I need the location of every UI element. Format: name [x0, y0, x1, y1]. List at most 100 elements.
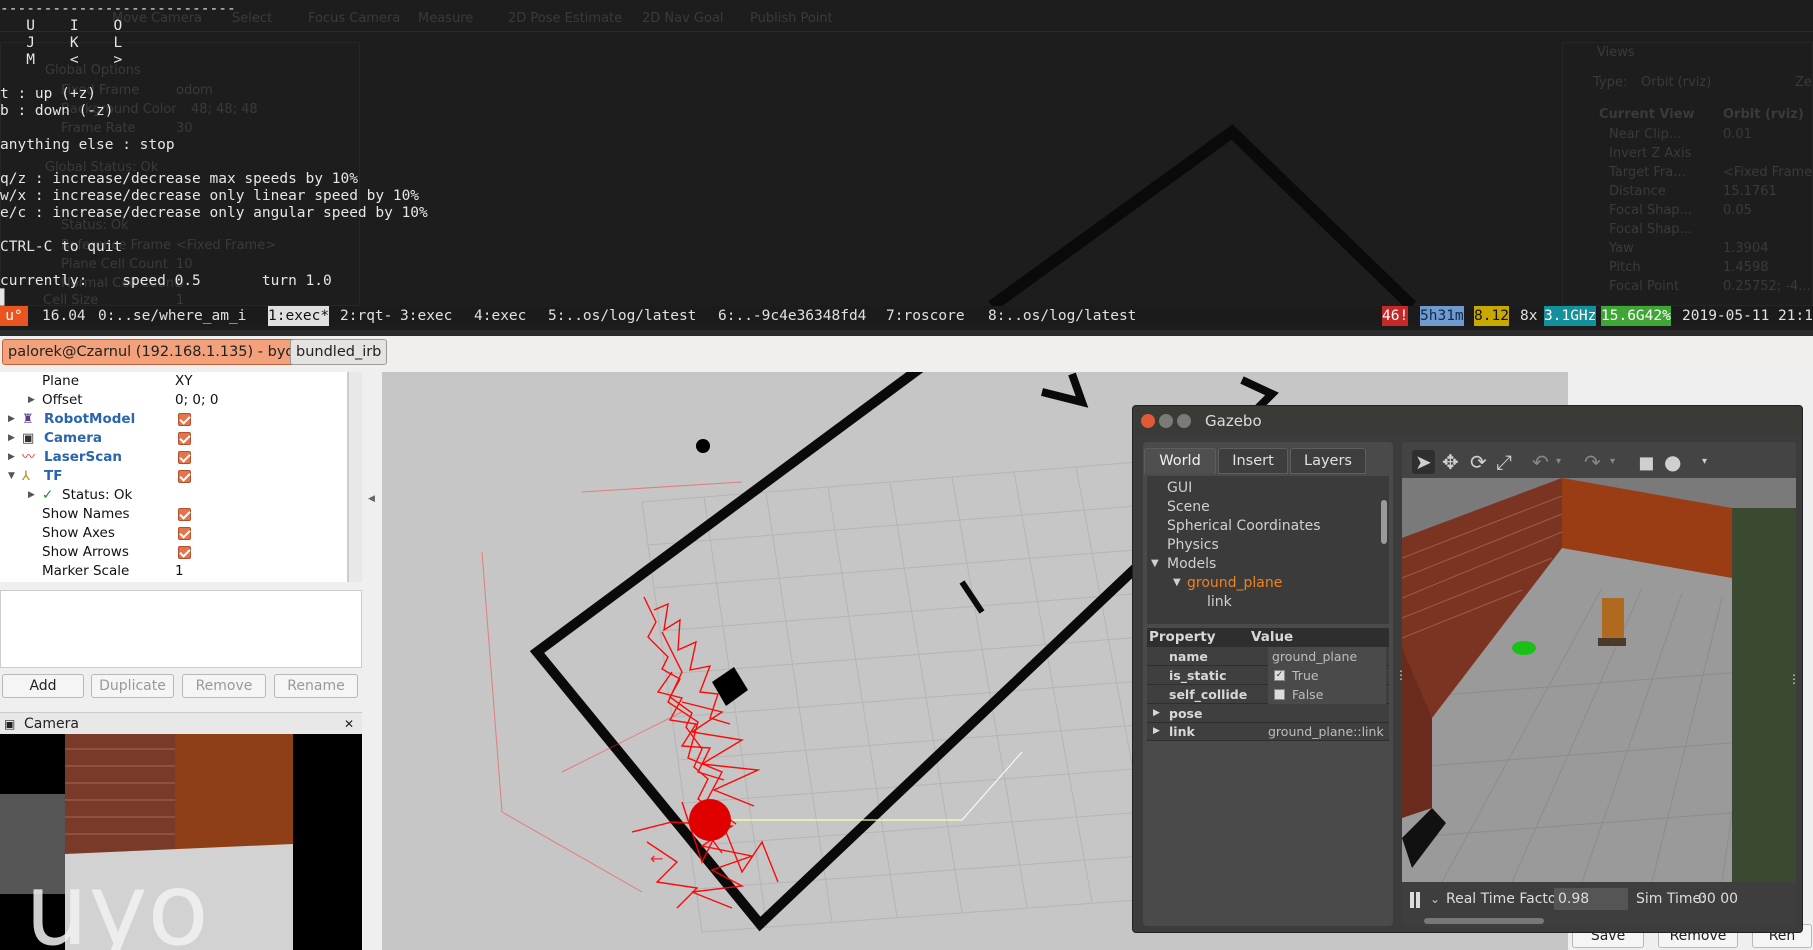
undo-icon[interactable]: ↶ — [1532, 450, 1549, 474]
status-ok-icon: ✓ — [42, 487, 54, 503]
self-collide-checkbox[interactable] — [1274, 689, 1285, 700]
redo-icon[interactable]: ↷ — [1584, 450, 1601, 474]
property-row-pose[interactable]: ▶ pose — [1147, 704, 1389, 723]
show-arrows-checkbox[interactable] — [178, 546, 191, 559]
close-icon[interactable]: ✕ — [344, 713, 354, 735]
close-window-icon[interactable] — [1141, 414, 1155, 428]
expand-arrow-icon[interactable]: ▶ — [1153, 704, 1160, 723]
tree-row-laserscan[interactable]: ▶ 〰 LaserScan — [0, 448, 347, 467]
show-axes-checkbox[interactable] — [178, 527, 191, 540]
ghost-text: Current View — [1599, 107, 1695, 122]
tree-row-show-arrows[interactable]: Show Arrows — [0, 543, 347, 562]
row-label: Marker Scale — [42, 563, 130, 579]
duplicate-button[interactable]: Duplicate — [91, 674, 174, 698]
tree-item-spherical-coordinates[interactable]: Spherical Coordinates — [1167, 518, 1321, 534]
remove-button[interactable]: Remove — [182, 674, 266, 698]
property-value[interactable]: ground_plane — [1268, 647, 1386, 666]
window-tab[interactable]: 7:roscore — [886, 306, 965, 326]
rename-button[interactable]: Rename — [274, 674, 358, 698]
expand-arrow-icon[interactable]: ▶ — [8, 410, 15, 429]
tree-item-models[interactable]: Models — [1167, 556, 1216, 572]
panel-splitter[interactable]: ◀ — [362, 372, 382, 950]
tab-byobu-session[interactable]: palorek@Czarnul (192.168.1.135) - byobu — [2, 339, 319, 365]
expand-arrow-icon[interactable]: ▶ — [1153, 722, 1160, 741]
property-value[interactable]: True — [1268, 666, 1386, 685]
horizontal-scrollbar[interactable] — [1424, 918, 1544, 924]
tab-layers[interactable]: Layers — [1290, 448, 1366, 474]
redo-dropdown-icon[interactable]: ▾ — [1610, 456, 1615, 467]
ghost-text: Ze — [1795, 75, 1812, 90]
window-tab[interactable]: 8:..os/log/latest — [988, 306, 1136, 326]
enabled-checkbox[interactable] — [178, 451, 191, 464]
cpu-freq-badge: 3.1GHz — [1544, 306, 1597, 326]
scale-mode-icon[interactable]: ⤢ — [1496, 450, 1512, 474]
tree-scrollbar[interactable] — [1381, 500, 1387, 544]
tab-insert[interactable]: Insert — [1218, 448, 1288, 474]
window-tab-bar: palorek@Czarnul (192.168.1.135) - byobu … — [0, 336, 1813, 374]
tree-row-offset[interactable]: ▶ Offset 0; 0; 0 — [0, 391, 347, 410]
undo-dropdown-icon[interactable]: ▾ — [1556, 456, 1561, 467]
row-value[interactable]: XY — [175, 372, 193, 391]
tree-row-show-names[interactable]: Show Names — [0, 505, 347, 524]
enabled-checkbox[interactable] — [178, 432, 191, 445]
box-shape-icon[interactable]: ◼ — [1638, 450, 1655, 474]
collapse-arrow-icon[interactable]: ▼ — [1173, 577, 1181, 588]
pause-icon[interactable] — [1410, 892, 1414, 908]
gazebo-window[interactable]: Gazebo World Insert Layers GUI Scene Sph… — [1132, 405, 1803, 933]
tab-bundled-irb[interactable]: bundled_irb — [290, 339, 388, 365]
release-version: 16.04 — [42, 308, 86, 324]
property-row-name: name ground_plane — [1147, 647, 1389, 666]
add-button[interactable]: Add — [2, 674, 84, 698]
row-value[interactable]: 1 — [175, 562, 184, 581]
maximize-window-icon[interactable] — [1177, 414, 1191, 428]
collapse-left-icon[interactable]: ◀ — [368, 494, 375, 504]
expand-arrow-icon[interactable]: ▶ — [28, 486, 35, 505]
terminal-window[interactable]: Move Camera Select Focus Camera Measure … — [0, 0, 1813, 330]
window-tab[interactable]: 2:rqt- — [340, 306, 392, 326]
window-tab[interactable]: 5:..os/log/latest — [548, 306, 696, 326]
row-value[interactable]: 0; 0; 0 — [175, 391, 218, 410]
tree-row-camera[interactable]: ▶ ▣ Camera — [0, 429, 347, 448]
is-static-checkbox[interactable]: ✓ — [1274, 670, 1285, 681]
window-tab[interactable]: 4:exec — [474, 306, 526, 326]
enabled-checkbox[interactable] — [178, 470, 191, 483]
tree-item-physics[interactable]: Physics — [1167, 537, 1219, 553]
tree-row-robotmodel[interactable]: ▶ ♜ RobotModel — [0, 410, 347, 429]
sphere-shape-icon[interactable]: ● — [1664, 450, 1681, 474]
minimize-window-icon[interactable] — [1159, 414, 1173, 428]
tree-row-marker-scale[interactable]: Marker Scale 1 — [0, 562, 347, 581]
expand-arrow-icon[interactable]: ▶ — [8, 448, 15, 467]
translate-mode-icon[interactable]: ✥ — [1442, 450, 1459, 474]
collapse-arrow-icon[interactable]: ▼ — [8, 467, 15, 486]
tab-world[interactable]: World — [1144, 448, 1216, 474]
step-icon[interactable]: ⌄ — [1430, 892, 1440, 906]
enabled-checkbox[interactable] — [178, 413, 191, 426]
tree-scrollbar[interactable] — [348, 372, 362, 582]
property-value[interactable]: False — [1268, 685, 1386, 704]
select-mode-icon[interactable]: ➤ — [1412, 450, 1435, 474]
tree-item-gui[interactable]: GUI — [1167, 480, 1192, 496]
expand-arrow-icon[interactable]: ▶ — [28, 391, 35, 410]
gazebo-titlebar[interactable]: Gazebo — [1133, 406, 1802, 436]
collapse-arrow-icon[interactable]: ▼ — [1151, 558, 1159, 569]
tree-item-ground-plane[interactable]: ground_plane — [1187, 575, 1282, 591]
toolbar-more-icon[interactable]: ▾ — [1702, 456, 1707, 467]
tree-row-show-axes[interactable]: Show Axes — [0, 524, 347, 543]
splitter-handle[interactable]: ⋮ — [1788, 672, 1796, 686]
rotate-mode-icon[interactable]: ⟳ — [1470, 450, 1487, 474]
tree-row-status[interactable]: ▶ ✓ Status: Ok — [0, 486, 347, 505]
window-tab[interactable]: 6:..-9c4e36348fd4 — [718, 306, 866, 326]
window-tab[interactable]: 0:..se/where_am_i — [98, 306, 246, 326]
gazebo-3d-view[interactable]: ➤ ✥ ⟳ ⤢ ↶ ▾ ↷ ▾ ◼ ● ▾ ⌄ Real Time Factor… — [1402, 442, 1796, 926]
tree-row-plane[interactable]: Plane XY — [0, 372, 347, 391]
tf-arrow-icon: ← — [650, 849, 663, 868]
property-row-link[interactable]: ▶ link ground_plane::link — [1147, 722, 1389, 741]
expand-arrow-icon[interactable]: ▶ — [8, 429, 15, 448]
tree-item-link[interactable]: link — [1207, 594, 1232, 610]
tree-item-scene[interactable]: Scene — [1167, 499, 1210, 515]
ghost-text: Focal Shap... — [1609, 203, 1692, 218]
tree-row-tf[interactable]: ▼ ⅄ TF — [0, 467, 347, 486]
window-tab[interactable]: 3:exec — [400, 306, 452, 326]
window-tab-active[interactable]: 1:exec* — [268, 306, 330, 326]
show-names-checkbox[interactable] — [178, 508, 191, 521]
